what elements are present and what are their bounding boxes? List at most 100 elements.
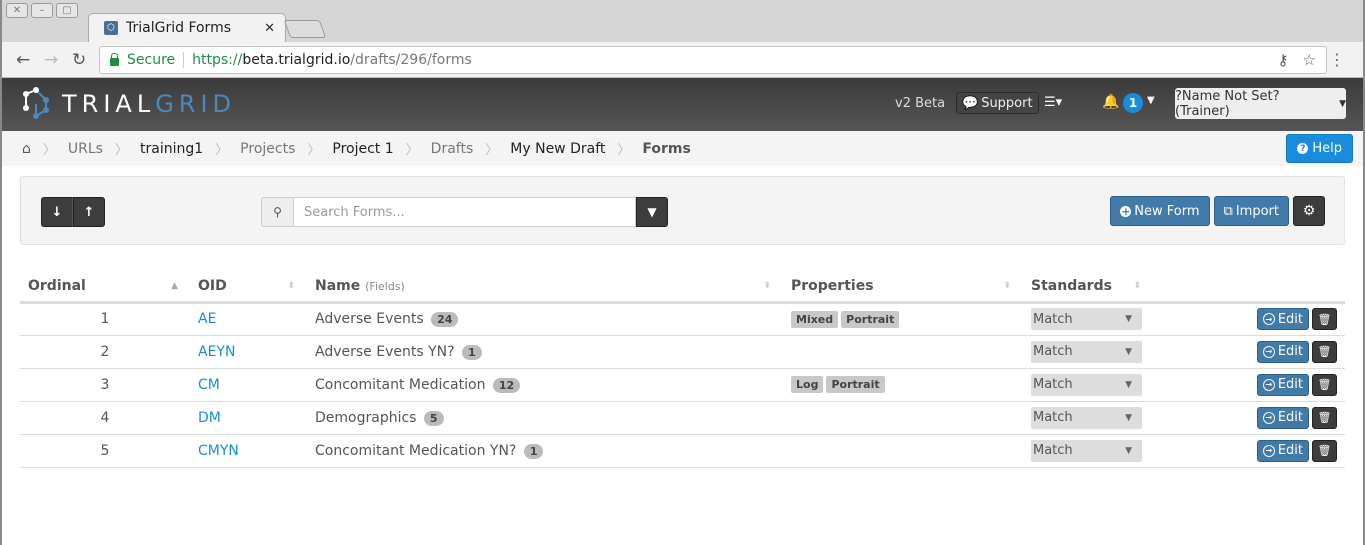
new-tab-button[interactable] bbox=[283, 20, 327, 38]
col-name[interactable]: Name (Fields) ⬍ bbox=[307, 272, 783, 304]
caret-down-icon: ▼ bbox=[1125, 445, 1132, 456]
standards-select[interactable]: Match ▼ bbox=[1031, 439, 1142, 462]
delete-button[interactable]: 🗑 bbox=[1312, 308, 1337, 330]
breadcrumb-urls[interactable]: URLs bbox=[68, 141, 103, 157]
breadcrumb-drafts[interactable]: Drafts bbox=[431, 141, 474, 157]
window-maximize-button[interactable]: ▢ bbox=[56, 3, 78, 18]
col-standards[interactable]: Standards ⬍ bbox=[1023, 272, 1153, 304]
oid-link[interactable]: CM bbox=[198, 377, 220, 393]
breadcrumb-url[interactable]: training1 bbox=[140, 141, 203, 157]
arrow-down-icon: ↓ bbox=[51, 204, 63, 220]
col-standards-label: Standards bbox=[1031, 278, 1112, 295]
edit-button[interactable]: → Edit bbox=[1256, 340, 1309, 363]
col-oid-label: OID bbox=[198, 278, 227, 295]
delete-button[interactable]: 🗑 bbox=[1312, 340, 1337, 363]
col-actions bbox=[1153, 272, 1345, 304]
key-icon[interactable]: ⚷ bbox=[1278, 51, 1289, 69]
edit-button[interactable]: → Edit bbox=[1256, 439, 1309, 462]
arrow-circle-right-icon: → bbox=[1262, 378, 1275, 391]
ordinal-cell: 3 bbox=[20, 368, 190, 402]
browser-tab[interactable]: ⬡ TrialGrid Forms ✕ bbox=[100, 14, 285, 42]
standards-value: Match bbox=[1033, 377, 1073, 392]
standards-value: Match bbox=[1033, 443, 1073, 458]
trash-icon: 🗑 bbox=[1317, 411, 1332, 424]
table-row: 4 DM Demographics 5 Match ▼ → Edit 🗑 bbox=[20, 401, 1345, 435]
forward-icon[interactable]: → bbox=[44, 50, 58, 70]
home-icon[interactable]: ⌂ bbox=[22, 141, 31, 157]
actions-cell: → Edit 🗑 bbox=[1153, 368, 1345, 402]
support-button[interactable]: 💬 Support bbox=[956, 92, 1039, 114]
question-icon: ? bbox=[1297, 143, 1309, 154]
oid-link[interactable]: AE bbox=[198, 311, 216, 327]
browser-menu-icon[interactable]: ⋮ bbox=[1329, 50, 1345, 69]
name-cell: Adverse Events YN? 1 bbox=[307, 335, 783, 369]
arrow-circle-right-icon: → bbox=[1262, 411, 1275, 424]
field-count-badge: 1 bbox=[523, 443, 544, 459]
version-label[interactable]: v2 Beta bbox=[895, 96, 945, 111]
col-properties-label: Properties bbox=[791, 278, 874, 295]
caret-down-icon[interactable]: ▼ bbox=[1147, 95, 1155, 106]
url-scheme: https:// bbox=[192, 52, 243, 68]
edit-label: Edit bbox=[1277, 410, 1303, 425]
window-close-button[interactable]: ✕ bbox=[6, 3, 28, 18]
arrow-circle-right-icon: → bbox=[1262, 345, 1275, 358]
standards-select[interactable]: Match ▼ bbox=[1031, 373, 1142, 396]
standards-cell: Match ▼ bbox=[1023, 401, 1153, 435]
breadcrumb: ⌂ 〉 URLs 〉 training1 〉 Projects 〉 Projec… bbox=[0, 131, 1365, 166]
delete-button[interactable]: 🗑 bbox=[1312, 439, 1337, 462]
table-row: 2 AEYN Adverse Events YN? 1 Match ▼ → Edit 🗑 bbox=[20, 335, 1345, 369]
standards-select[interactable]: Match ▼ bbox=[1031, 308, 1142, 330]
search-input[interactable] bbox=[293, 197, 636, 227]
back-icon[interactable]: ← bbox=[16, 50, 30, 70]
breadcrumb-project[interactable]: Project 1 bbox=[332, 141, 393, 157]
name-cell: Concomitant Medication 12 bbox=[307, 368, 783, 402]
sort-icon: ⬍ bbox=[1133, 281, 1141, 291]
list-menu-icon[interactable]: ☰▾ bbox=[1044, 95, 1062, 110]
table-row: 1 AE Adverse Events 24 Mixed Portrait Match ▼ →… bbox=[20, 302, 1345, 336]
chevron-right-icon: 〉 bbox=[215, 143, 229, 158]
move-up-button[interactable]: ↑ bbox=[73, 197, 105, 227]
edit-button[interactable]: → Edit bbox=[1256, 406, 1309, 429]
property-tag: Portrait bbox=[826, 376, 885, 393]
breadcrumb-projects[interactable]: Projects bbox=[240, 141, 295, 157]
ordinal-cell: 2 bbox=[20, 335, 190, 369]
caret-down-icon: ▼ bbox=[1339, 98, 1346, 109]
col-ordinal[interactable]: Ordinal ▲ bbox=[20, 272, 190, 304]
user-menu-button[interactable]: ?Name Not Set? (Trainer) ▼ bbox=[1175, 88, 1346, 119]
edit-button[interactable]: → Edit bbox=[1256, 308, 1309, 330]
filter-button[interactable]: ▼ bbox=[636, 197, 668, 227]
move-down-button[interactable]: ↓ bbox=[41, 197, 73, 227]
bell-icon[interactable]: 🔔 bbox=[1102, 94, 1119, 110]
edit-button[interactable]: → Edit bbox=[1256, 373, 1309, 396]
delete-button[interactable]: 🗑 bbox=[1312, 373, 1337, 396]
star-icon[interactable]: ☆ bbox=[1303, 51, 1316, 69]
col-properties[interactable]: Properties ⬍ bbox=[783, 272, 1023, 304]
actions-cell: → Edit 🗑 bbox=[1153, 335, 1345, 369]
standards-select[interactable]: Match ▼ bbox=[1031, 340, 1142, 363]
form-name: Demographics bbox=[315, 409, 417, 426]
reload-icon[interactable]: ↻ bbox=[72, 50, 86, 70]
oid-link[interactable]: AEYN bbox=[198, 344, 235, 360]
oid-cell: AE bbox=[190, 302, 307, 336]
tab-close-icon[interactable]: ✕ bbox=[264, 21, 275, 36]
address-bar[interactable]: Secure https:// beta.trialgrid.io /draft… bbox=[99, 46, 1327, 74]
standards-select[interactable]: Match ▼ bbox=[1031, 406, 1142, 429]
table-header-row: Ordinal ▲ OID ⬍ Name (Fields) ⬍ Properties ⬍… bbox=[20, 272, 1345, 304]
arrow-up-icon: ↑ bbox=[83, 204, 95, 220]
window-border-left bbox=[0, 166, 2, 545]
notification-badge[interactable]: 1 bbox=[1123, 93, 1143, 113]
help-button[interactable]: ? Help bbox=[1286, 134, 1353, 163]
oid-link[interactable]: DM bbox=[198, 410, 221, 426]
new-form-button[interactable]: + New Form bbox=[1110, 196, 1210, 226]
breadcrumb-draft[interactable]: My New Draft bbox=[510, 141, 605, 157]
arrow-circle-right-icon: → bbox=[1262, 444, 1275, 457]
settings-button[interactable]: ⚙ bbox=[1293, 196, 1325, 226]
col-oid[interactable]: OID ⬍ bbox=[190, 272, 307, 304]
delete-button[interactable]: 🗑 bbox=[1312, 406, 1337, 429]
window-minimize-button[interactable]: – bbox=[31, 3, 53, 18]
chevron-right-icon: 〉 bbox=[307, 143, 321, 158]
url-host: beta.trialgrid.io bbox=[242, 52, 351, 68]
trialgrid-logo[interactable]: TRIALGRID bbox=[20, 86, 236, 122]
oid-link[interactable]: CMYN bbox=[198, 443, 239, 459]
import-button[interactable]: ⧉ Import bbox=[1213, 196, 1289, 226]
